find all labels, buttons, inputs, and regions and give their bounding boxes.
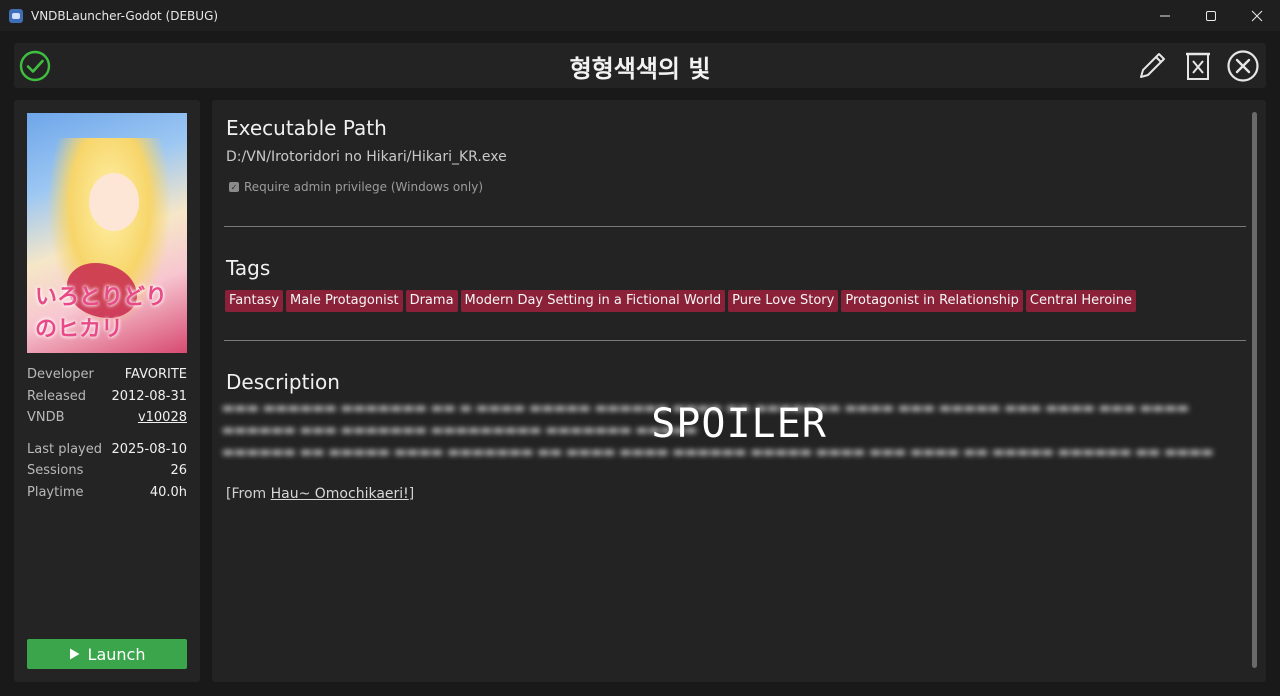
playtime-value: 40.0h	[149, 485, 187, 500]
cover-logo: いろとりどりのヒカリ	[35, 284, 168, 342]
divider	[224, 340, 1246, 341]
close-window-button[interactable]	[1234, 0, 1280, 31]
tag[interactable]: Male Protagonist	[286, 290, 403, 312]
exe-section-title: Executable Path	[226, 116, 387, 140]
tags-section-title: Tags	[226, 256, 271, 280]
released-value: 2012-08-31	[111, 389, 187, 404]
pencil-icon[interactable]	[1135, 49, 1169, 83]
close-circle-icon[interactable]	[1226, 49, 1260, 83]
game-title: 형형색색의 빛	[569, 55, 711, 83]
tag[interactable]: Protagonist in Relationship	[841, 290, 1023, 312]
vndb-row: VNDB v10028	[27, 410, 187, 430]
window-titlebar: VNDBLauncher-Godot (DEBUG)	[0, 0, 1280, 31]
tag-list: Fantasy Male Protagonist Drama Modern Da…	[225, 290, 1136, 312]
details-panel: Executable Path D:/VN/Irotoridori no Hik…	[212, 100, 1266, 682]
tag[interactable]: Modern Day Setting in a Fictional World	[460, 290, 726, 312]
godot-icon	[9, 8, 23, 23]
window-controls	[1142, 0, 1280, 31]
last-played-row: Last played 2025-08-10	[27, 442, 187, 462]
description-source: [From Hau~ Omochikaeri!]	[226, 486, 415, 502]
launch-label: Launch	[87, 644, 146, 664]
spoiler-reveal[interactable]: SPOILER	[212, 398, 1266, 450]
game-header: 형형색색의 빛	[14, 43, 1266, 88]
sessions-value: 26	[170, 463, 187, 478]
launch-button[interactable]: Launch	[27, 639, 187, 669]
playtime-row: Playtime 40.0h	[27, 485, 187, 505]
sessions-row: Sessions 26	[27, 463, 187, 483]
last-played-value: 2025-08-10	[111, 442, 187, 457]
developer-row: Developer FAVORITE	[27, 367, 187, 387]
window-title: VNDBLauncher-Godot (DEBUG)	[31, 8, 219, 23]
released-row: Released 2012-08-31	[27, 389, 187, 409]
admin-checkbox-row[interactable]: ✓ Require admin privilege (Windows only)	[229, 180, 483, 194]
play-icon	[69, 648, 80, 660]
delete-file-icon[interactable]	[1181, 49, 1215, 83]
developer-value: FAVORITE	[124, 367, 187, 382]
exe-path: D:/VN/Irotoridori no Hikari/Hikari_KR.ex…	[226, 149, 507, 165]
maximize-button[interactable]	[1188, 0, 1234, 31]
scrollbar[interactable]	[1252, 112, 1257, 668]
maximize-icon	[1206, 10, 1216, 21]
source-link[interactable]: Hau~ Omochikaeri!	[271, 486, 409, 502]
divider	[224, 226, 1246, 227]
cover-image: いろとりどりのヒカリ	[27, 113, 187, 353]
vndb-link[interactable]: v10028	[138, 410, 187, 430]
minimize-button[interactable]	[1142, 0, 1188, 31]
minimize-icon	[1160, 15, 1170, 16]
close-icon	[1251, 10, 1263, 21]
tag[interactable]: Fantasy	[225, 290, 284, 312]
game-info-panel: いろとりどりのヒカリ Developer FAVORITE Released 2…	[14, 100, 200, 682]
tag[interactable]: Central Heroine	[1025, 290, 1136, 312]
tag[interactable]: Pure Love Story	[728, 290, 839, 312]
description-section-title: Description	[226, 370, 340, 394]
tag[interactable]: Drama	[405, 290, 458, 312]
admin-checkbox[interactable]: ✓	[229, 182, 239, 192]
admin-label: Require admin privilege (Windows only)	[244, 180, 483, 194]
